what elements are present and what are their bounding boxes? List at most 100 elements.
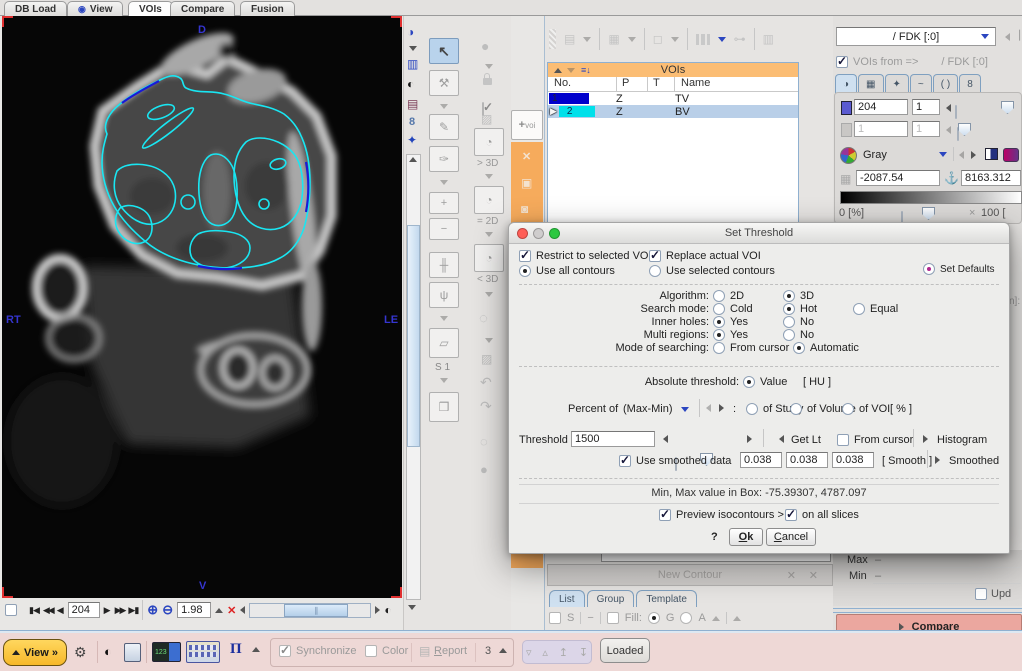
- percent-spin-down[interactable]: [706, 404, 711, 412]
- remove-contour-button[interactable]: −: [429, 218, 459, 240]
- interpolate-tool-button[interactable]: ╫: [429, 252, 459, 278]
- invert-display-icon[interactable]: ◐: [104, 645, 112, 658]
- colormap-dropdown[interactable]: [939, 152, 947, 157]
- zoom-in-icon[interactable]: ⊕: [147, 602, 158, 618]
- viewer-scrollbar[interactable]: ∥: [249, 603, 371, 618]
- fill-g-radio[interactable]: [648, 612, 660, 624]
- power-icon[interactable]: ●: [480, 462, 488, 477]
- plane2-number-field[interactable]: 1: [854, 121, 908, 137]
- cycle-view-icon[interactable]: ◐: [384, 603, 391, 617]
- nav-fast-prev-icon[interactable]: ◀◀: [43, 605, 53, 616]
- smooth-z-field[interactable]: 0.038: [832, 452, 874, 468]
- voi-snapshot-icon[interactable]: ◙: [521, 202, 528, 216]
- zoom-out-icon[interactable]: ⊖: [162, 602, 173, 618]
- save-voi-icon[interactable]: ▦: [608, 33, 619, 45]
- tab-curves[interactable]: ~: [910, 74, 932, 93]
- col-p[interactable]: P: [617, 77, 648, 91]
- tab-windowing[interactable]: ◑: [835, 74, 857, 93]
- s-checkbox[interactable]: [549, 612, 561, 624]
- eraser-tool-button[interactable]: ▱: [429, 328, 459, 358]
- histogram-arrow[interactable]: [923, 435, 928, 443]
- overlay-icon[interactable]: ◻: [653, 33, 663, 45]
- tab-db-load[interactable]: DB Load: [4, 1, 67, 16]
- use-smoothed-option[interactable]: Use smoothed data: [619, 455, 731, 467]
- study-prev-arrow[interactable]: [1005, 33, 1010, 41]
- tab-view[interactable]: ◉View: [67, 1, 123, 16]
- percent-of-voi[interactable]: of VOI: [842, 403, 890, 415]
- multi-regions-no[interactable]: No: [783, 329, 814, 341]
- zoom-factor-field[interactable]: 1.98: [177, 602, 211, 618]
- multi-regions-yes[interactable]: Yes: [713, 329, 748, 341]
- color-lut-icon[interactable]: [1003, 148, 1019, 162]
- use-all-contours-option[interactable]: Use all contours: [519, 265, 615, 277]
- tab-list[interactable]: List: [549, 590, 585, 607]
- layout-count-up[interactable]: [499, 648, 507, 653]
- scrollbar-thumb[interactable]: ∥: [284, 604, 348, 617]
- iso-3d-up-button[interactable]: ◔: [474, 128, 504, 156]
- gray-gradient-bar[interactable]: [840, 191, 1022, 204]
- maximize-window-button[interactable]: [549, 228, 560, 239]
- ct-image-viewport[interactable]: D RT LE V: [2, 16, 402, 598]
- move-top-icon[interactable]: ↥: [559, 646, 568, 659]
- nav-prev-icon[interactable]: ◀: [57, 605, 64, 616]
- plane-slider-thumb[interactable]: [1001, 101, 1014, 114]
- refresh-icon[interactable]: ◌: [480, 434, 488, 449]
- preview-isocontours-option[interactable]: Preview isocontours >: [659, 509, 784, 521]
- tab-group[interactable]: Group: [587, 590, 635, 607]
- scrollbar-right-arrow[interactable]: [375, 606, 380, 614]
- col-name[interactable]: Name: [675, 77, 798, 91]
- nav-last-icon[interactable]: ▶▮: [128, 605, 138, 616]
- nav-first-icon[interactable]: ▮◀: [29, 605, 39, 616]
- scrollbar-left-arrow[interactable]: [240, 606, 245, 614]
- fill-checkbox[interactable]: [607, 612, 619, 624]
- invert-lut-icon[interactable]: [985, 148, 998, 160]
- percent-of-dropdown[interactable]: (Max-Min): [623, 403, 689, 415]
- tool-group-dropdown-4[interactable]: [440, 378, 448, 383]
- ok-button[interactable]: Ok: [729, 528, 763, 546]
- threshold-field[interactable]: 1500: [571, 431, 655, 447]
- zoom-spinner-up[interactable]: [215, 608, 223, 613]
- new-contour-close-all-icon[interactable]: ✕: [809, 569, 818, 582]
- algorithm-3d[interactable]: 3D: [783, 290, 814, 302]
- search-hot[interactable]: Hot: [783, 303, 817, 315]
- key-icon[interactable]: ⊶: [734, 33, 746, 45]
- move-up-icon[interactable]: ▵: [542, 646, 548, 659]
- from-cursor-option[interactable]: From cursor: [837, 434, 913, 446]
- slice-number-field[interactable]: 204: [68, 602, 100, 618]
- color-option[interactable]: Color: [365, 645, 408, 657]
- move-bottom-icon[interactable]: ↧: [579, 646, 588, 659]
- window-mult-icon[interactable]: ×: [969, 207, 975, 219]
- plane2-slider[interactable]: [957, 127, 959, 141]
- inner-holes-yes[interactable]: Yes: [713, 316, 748, 328]
- undo-icon[interactable]: ↶: [480, 374, 492, 391]
- statistics-dropdown[interactable]: [718, 37, 726, 42]
- slice-scroll-thumb[interactable]: [407, 225, 420, 447]
- tab-compare[interactable]: Compare: [170, 1, 235, 16]
- smooth-x-field[interactable]: 0.038: [740, 452, 782, 468]
- search-cold[interactable]: Cold: [713, 303, 753, 315]
- move-down-icon[interactable]: ▿: [526, 646, 532, 659]
- window-min-field[interactable]: -2087.54: [856, 170, 940, 186]
- voi-delete-icon[interactable]: ✕: [522, 150, 531, 163]
- threshold-decrement[interactable]: [663, 435, 668, 443]
- col-t[interactable]: T: [648, 77, 675, 91]
- get-lt-arrow[interactable]: [779, 435, 784, 443]
- keyboard-tool-icon[interactable]: [186, 641, 220, 663]
- dashed-circle-icon[interactable]: ◌: [479, 310, 488, 327]
- iso-2d-button[interactable]: ◔: [474, 186, 504, 214]
- settings-gear-icon[interactable]: ⚙: [74, 645, 87, 659]
- layout-count[interactable]: 3: [485, 645, 491, 657]
- add-contour-button[interactable]: +: [429, 192, 459, 214]
- sphere-tool-icon[interactable]: ●: [481, 38, 489, 54]
- iso-dropdown-2[interactable]: [485, 174, 493, 179]
- lock-icon[interactable]: [483, 78, 492, 85]
- minus-icon[interactable]: −: [587, 612, 593, 624]
- iso-dropdown-4[interactable]: [485, 292, 493, 297]
- eraser-3d-tool-button[interactable]: ❒: [429, 392, 459, 422]
- minimize-window-button[interactable]: [533, 228, 544, 239]
- tab-tools[interactable]: ✦: [885, 74, 909, 93]
- strip-bottom-dropdown[interactable]: [408, 605, 416, 610]
- plane-number-field[interactable]: 204: [854, 99, 908, 115]
- region-grow-tool-button[interactable]: ψ: [429, 282, 459, 308]
- plane-slider[interactable]: [955, 105, 957, 119]
